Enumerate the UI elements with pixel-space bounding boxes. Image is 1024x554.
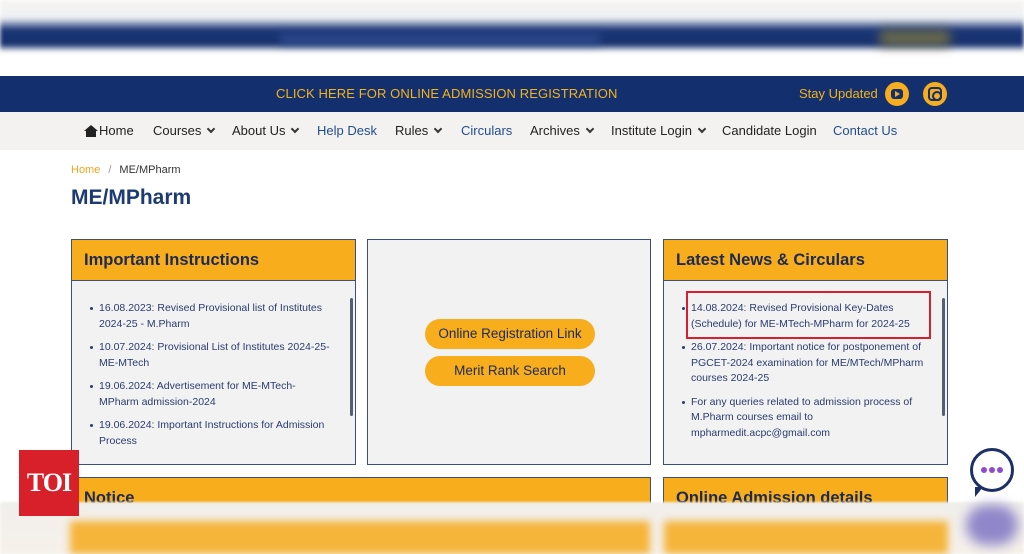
home-icon (84, 125, 98, 137)
nav-candidate-login[interactable]: Candidate Login (722, 123, 817, 138)
breadcrumb: Home / ME/MPharm (71, 164, 181, 176)
list-item[interactable]: 10.07.2024: Provisional List of Institut… (90, 340, 335, 371)
important-instructions-panel: Important Instructions 16.08.2023: Revis… (71, 239, 356, 465)
scrollbar[interactable] (350, 298, 353, 416)
list-item[interactable]: 26.07.2024: Important notice for postpon… (682, 340, 927, 387)
admission-banner: CLICK HERE FOR ONLINE ADMISSION REGISTRA… (0, 76, 1024, 112)
nav-help-desk[interactable]: Help Desk (317, 123, 377, 138)
nav-home[interactable]: Home (84, 123, 134, 138)
nav-about-us[interactable]: About Us (232, 123, 300, 138)
main-nav: Home Courses About Us Help Desk Rules Ci… (0, 112, 1024, 150)
admission-registration-link[interactable]: CLICK HERE FOR ONLINE ADMISSION REGISTRA… (276, 86, 618, 101)
blurred-widget (966, 505, 1018, 545)
merit-rank-search-button[interactable]: Merit Rank Search (425, 356, 595, 386)
list-item[interactable]: 19.06.2024: Advertisement for ME-MTech-M… (90, 379, 335, 410)
nav-courses[interactable]: Courses (153, 123, 216, 138)
quick-links-panel: Online Registration Link Merit Rank Sear… (367, 239, 651, 465)
nav-archives[interactable]: Archives (530, 123, 595, 138)
breadcrumb-current: ME/MPharm (119, 164, 181, 176)
instagram-icon[interactable] (923, 82, 947, 106)
list-item[interactable]: 19.06.2024: Important Instructions for A… (90, 418, 335, 449)
youtube-icon[interactable] (885, 82, 909, 106)
nav-contact-us[interactable]: Contact Us (833, 123, 897, 138)
nav-circulars[interactable]: Circulars (461, 123, 512, 138)
list-item[interactable]: For any queries related to admission pro… (682, 395, 927, 442)
chevron-down-icon (434, 124, 443, 134)
chat-icon[interactable] (970, 448, 1014, 497)
panel-title: Latest News & Circulars (664, 240, 947, 281)
chevron-down-icon (207, 124, 216, 134)
toi-logo: TOI (19, 450, 79, 516)
blurred-panel (70, 521, 650, 554)
blurred-panel (664, 521, 948, 554)
nav-rules[interactable]: Rules (395, 123, 443, 138)
latest-news-panel: Latest News & Circulars 14.08.2024: Revi… (663, 239, 948, 465)
blurred-header (0, 0, 1024, 52)
chevron-down-icon (291, 124, 300, 134)
highlight-box (686, 291, 931, 339)
breadcrumb-separator: / (108, 164, 112, 176)
list-item[interactable]: 16.08.2023: Revised Provisional list of … (90, 301, 335, 332)
breadcrumb-home[interactable]: Home (71, 164, 100, 176)
scrollbar[interactable] (942, 298, 945, 416)
nav-institute-login[interactable]: Institute Login (611, 123, 707, 138)
page-title: ME/MPharm (71, 186, 192, 209)
stay-updated-label: Stay Updated (799, 86, 878, 101)
chevron-down-icon (697, 124, 707, 134)
online-registration-button[interactable]: Online Registration Link (425, 319, 595, 349)
chevron-down-icon (585, 124, 595, 134)
panel-title: Important Instructions (72, 240, 355, 281)
